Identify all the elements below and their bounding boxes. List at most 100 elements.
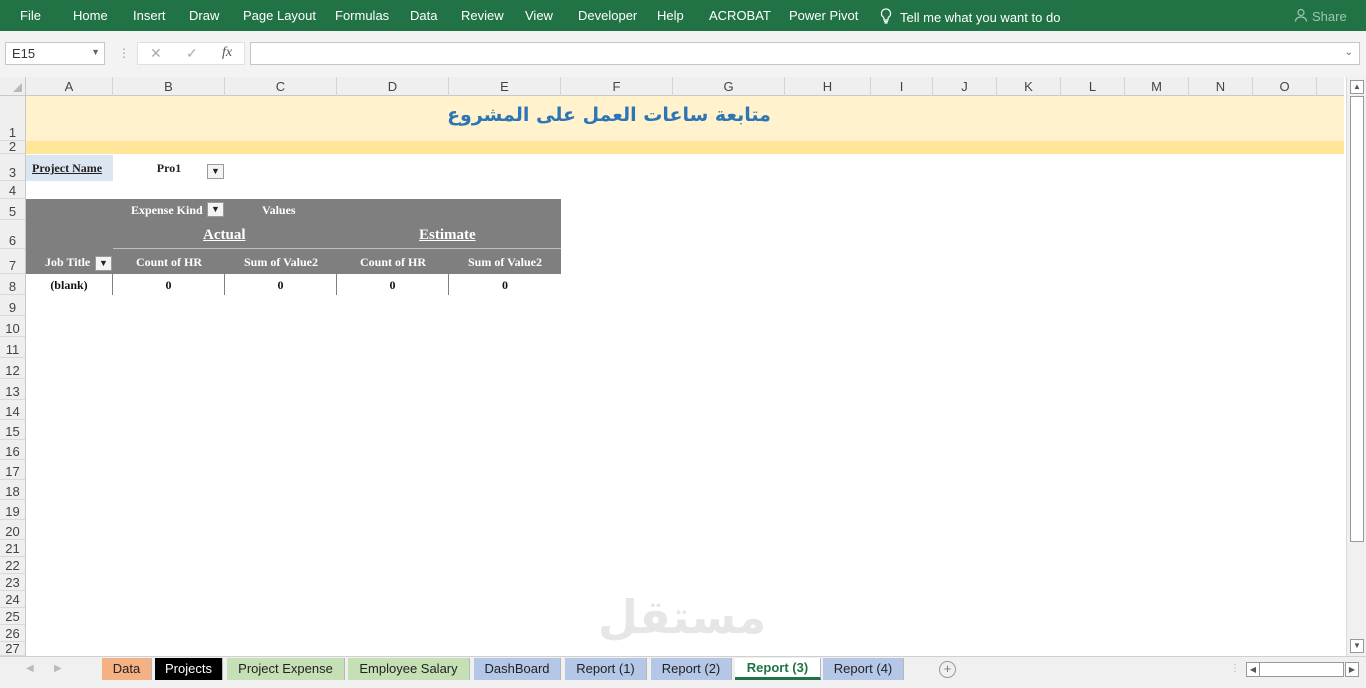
scroll-left-icon[interactable]: ◀ xyxy=(1246,662,1260,677)
sheet-tab-projects[interactable]: Projects xyxy=(155,658,223,680)
sheet-tab-report-1[interactable]: Report (1) xyxy=(565,658,647,680)
tab-file[interactable]: File xyxy=(20,8,41,23)
column-header-i[interactable]: I xyxy=(871,77,933,96)
row-header-5[interactable]: 5 xyxy=(0,199,25,220)
column-header-b[interactable]: B xyxy=(113,77,225,96)
value-cell[interactable]: 0 xyxy=(225,274,337,295)
formula-input[interactable]: ⌄ xyxy=(250,42,1360,65)
enter-icon[interactable]: ✓ xyxy=(186,45,198,62)
scroll-up-icon[interactable]: ▲ xyxy=(1350,80,1364,94)
row-header-11[interactable]: 11 xyxy=(0,337,25,358)
tab-data[interactable]: Data xyxy=(410,8,437,23)
tab-insert[interactable]: Insert xyxy=(133,8,166,23)
tab-draw[interactable]: Draw xyxy=(189,8,219,23)
scroll-right-icon[interactable]: ▶ xyxy=(1345,662,1359,677)
worksheet-grid[interactable]: متابعة ساعات العمل على المشروع Project N… xyxy=(26,96,1344,656)
row-header-26[interactable]: 26 xyxy=(0,625,25,642)
project-filter-button[interactable]: ▼ xyxy=(207,164,224,179)
tab-acrobat[interactable]: ACROBAT xyxy=(709,8,771,23)
row-header-15[interactable]: 15 xyxy=(0,420,25,440)
column-header-c[interactable]: C xyxy=(225,77,337,96)
row-header-20[interactable]: 20 xyxy=(0,520,25,540)
column-header-g[interactable]: G xyxy=(673,77,785,96)
sheet-tab-report-3[interactable]: Report (3) xyxy=(735,658,821,680)
watermark-logo: مستقل xyxy=(598,590,767,644)
column-header-o[interactable]: O xyxy=(1253,77,1317,96)
insert-function-icon[interactable]: fx xyxy=(222,45,232,61)
column-headers: A B C D E F G H I J K L M N O xyxy=(26,77,1344,96)
row-header-14[interactable]: 14 xyxy=(0,400,25,420)
row-header-3[interactable]: 3 xyxy=(0,154,25,181)
tab-scroll-right-icon[interactable]: ▶ xyxy=(54,663,62,674)
tab-review[interactable]: Review xyxy=(461,8,504,23)
column-header-e[interactable]: E xyxy=(449,77,561,96)
row-header-25[interactable]: 25 xyxy=(0,608,25,625)
row-header-17[interactable]: 17 xyxy=(0,460,25,480)
tab-home[interactable]: Home xyxy=(73,8,108,23)
expand-formula-icon[interactable]: ⌄ xyxy=(1345,47,1353,58)
value-cell[interactable]: 0 xyxy=(337,274,449,295)
tab-formulas[interactable]: Formulas xyxy=(335,8,389,23)
job-title-filter-button[interactable]: ▼ xyxy=(95,256,112,271)
column-header-f[interactable]: F xyxy=(561,77,673,96)
column-header-n[interactable]: N xyxy=(1189,77,1253,96)
sheet-tab-report-2[interactable]: Report (2) xyxy=(651,658,732,680)
row-header-22[interactable]: 22 xyxy=(0,557,25,574)
add-sheet-icon[interactable]: + xyxy=(939,661,956,678)
cancel-icon[interactable]: ✕ xyxy=(150,45,162,62)
name-box[interactable]: E15 ▼ xyxy=(5,42,105,65)
row-header-10[interactable]: 10 xyxy=(0,316,25,337)
scroll-thumb[interactable] xyxy=(1350,96,1364,542)
scroll-down-icon[interactable]: ▼ xyxy=(1350,639,1364,653)
tab-help[interactable]: Help xyxy=(657,8,684,23)
row-header-27[interactable]: 27 xyxy=(0,642,25,656)
sheet-tab-report-4[interactable]: Report (4) xyxy=(823,658,904,680)
row-header-12[interactable]: 12 xyxy=(0,358,25,379)
sheet-tab-project-expense[interactable]: Project Expense xyxy=(227,658,345,680)
row-header-13[interactable]: 13 xyxy=(0,379,25,400)
horizontal-scrollbar[interactable]: ◀ ▶ xyxy=(1246,662,1359,677)
chevron-down-icon[interactable]: ▼ xyxy=(91,47,100,57)
row-label[interactable]: (blank) xyxy=(26,274,113,295)
value-cell[interactable]: 0 xyxy=(449,274,561,295)
column-header-m[interactable]: M xyxy=(1125,77,1189,96)
expense-kind-filter-button[interactable]: ▼ xyxy=(207,202,224,217)
row-header-18[interactable]: 18 xyxy=(0,480,25,500)
share-button[interactable]: Share xyxy=(1294,8,1347,25)
sheet-tab-employee-salary[interactable]: Employee Salary xyxy=(348,658,470,680)
sheet-tab-data[interactable]: Data xyxy=(102,658,152,680)
row-header-21[interactable]: 21 xyxy=(0,540,25,557)
resize-handle-icon[interactable]: ⋮ xyxy=(118,46,130,60)
row-header-8[interactable]: 8 xyxy=(0,274,25,295)
column-header-l[interactable]: L xyxy=(1061,77,1125,96)
row-headers: 1 2 3 4 5 6 7 8 9 10 11 12 13 14 15 16 1… xyxy=(0,96,26,656)
row-header-4[interactable]: 4 xyxy=(0,181,25,199)
column-header-j[interactable]: J xyxy=(933,77,997,96)
column-header-h[interactable]: H xyxy=(785,77,871,96)
column-header-k[interactable]: K xyxy=(997,77,1061,96)
row-header-19[interactable]: 19 xyxy=(0,500,25,520)
tab-page-layout[interactable]: Page Layout xyxy=(243,8,316,23)
row-header-2[interactable]: 2 xyxy=(0,140,25,154)
sheet-tab-dashboard[interactable]: DashBoard xyxy=(474,658,561,680)
row-header-16[interactable]: 16 xyxy=(0,440,25,460)
column-header-d[interactable]: D xyxy=(337,77,449,96)
split-handle-icon[interactable]: ⋮ xyxy=(1230,663,1240,674)
tell-me-box[interactable]: Tell me what you want to do xyxy=(880,8,1060,27)
value-cell[interactable]: 0 xyxy=(113,274,225,295)
tab-developer[interactable]: Developer xyxy=(578,8,637,23)
tab-view[interactable]: View xyxy=(525,8,553,23)
row-header-24[interactable]: 24 xyxy=(0,591,25,608)
row-header-9[interactable]: 9 xyxy=(0,295,25,316)
row-header-7[interactable]: 7 xyxy=(0,249,25,274)
vertical-scrollbar[interactable]: ▲ ▼ xyxy=(1346,77,1366,656)
tab-scroll-left-icon[interactable]: ◀ xyxy=(26,663,34,674)
tab-power-pivot[interactable]: Power Pivot xyxy=(789,8,858,23)
row-header-23[interactable]: 23 xyxy=(0,574,25,591)
select-all-corner[interactable] xyxy=(0,77,26,96)
row-header-1[interactable]: 1 xyxy=(0,96,25,141)
column-header-a[interactable]: A xyxy=(26,77,113,96)
col-header-estimate-sum: Sum of Value2 xyxy=(467,255,543,269)
row-header-6[interactable]: 6 xyxy=(0,220,25,249)
values-label: Values xyxy=(262,203,296,217)
